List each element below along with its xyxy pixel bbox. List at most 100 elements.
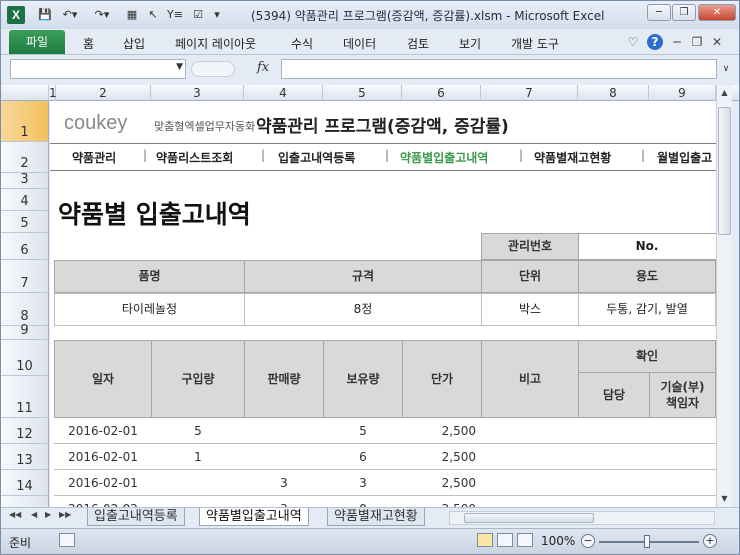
tab-insert[interactable]: 삽입: [123, 35, 145, 52]
cell-note[interactable]: [481, 418, 716, 444]
tab-formulas[interactable]: 수식: [291, 35, 313, 52]
horizontal-scrollbar[interactable]: [449, 511, 715, 525]
col-header[interactable]: 1: [49, 85, 57, 101]
tab-developer[interactable]: 개발 도구: [511, 35, 559, 52]
tab-file[interactable]: 파일: [9, 30, 65, 54]
nav-item-stock-status[interactable]: 약품별재고현황: [534, 149, 611, 166]
cell-sale[interactable]: [244, 418, 324, 444]
row-header[interactable]: 9: [1, 323, 48, 340]
row-header[interactable]: 4: [1, 189, 48, 211]
customize-toolbar-icon[interactable]: ▾: [211, 7, 223, 23]
horizontal-scroll-thumb[interactable]: [464, 513, 594, 523]
workbook-close-icon[interactable]: ✕: [709, 34, 725, 50]
ribbon-collapse-icon[interactable]: ♡: [625, 34, 641, 50]
next-sheet-icon[interactable]: ▶: [45, 510, 51, 519]
form-icon[interactable]: ▦: [123, 7, 141, 23]
select-all-corner[interactable]: [1, 85, 49, 101]
cell-stock[interactable]: 3: [323, 470, 403, 496]
first-sheet-icon[interactable]: ◀◀: [9, 510, 21, 519]
cell-stock[interactable]: 0: [323, 496, 403, 507]
cell-date[interactable]: 2016-02-02: [54, 496, 152, 507]
name-box[interactable]: ▼: [10, 59, 186, 79]
col-header[interactable]: 7: [481, 85, 578, 101]
item-name[interactable]: 타이레놀정: [54, 293, 245, 326]
cell-purchase[interactable]: [151, 470, 245, 496]
checklist-icon[interactable]: ☑: [189, 7, 207, 23]
col-header[interactable]: 5: [323, 85, 402, 101]
restore-button[interactable]: ❐: [672, 4, 696, 21]
row-header[interactable]: 14: [1, 470, 48, 496]
insert-function-icon[interactable]: fx: [257, 60, 269, 75]
row-header[interactable]: 13: [1, 444, 48, 470]
cell-purchase[interactable]: 1: [151, 444, 245, 470]
nav-item-inout-register[interactable]: 입출고내역등록: [278, 149, 355, 166]
cell-date[interactable]: 2016-02-01: [54, 418, 152, 444]
cell-note[interactable]: [481, 444, 716, 470]
tab-view[interactable]: 보기: [459, 35, 481, 52]
cell-date[interactable]: 2016-02-01: [54, 470, 152, 496]
cell-stock[interactable]: 6: [323, 444, 403, 470]
formula-cancel-enter[interactable]: [191, 61, 235, 77]
zoom-in-icon[interactable]: +: [703, 534, 717, 548]
row-header[interactable]: 12: [1, 418, 48, 444]
zoom-slider-knob[interactable]: [644, 535, 650, 548]
pointer-icon[interactable]: ↖: [145, 7, 161, 23]
sheet-tab-inout-history[interactable]: 약품별입출고내역: [199, 508, 309, 526]
excel-app-icon[interactable]: X: [7, 6, 25, 24]
row-header[interactable]: 10: [1, 340, 48, 376]
item-unit[interactable]: 박스: [481, 293, 579, 326]
save-icon[interactable]: 💾: [37, 7, 53, 23]
col-header[interactable]: 3: [151, 85, 244, 101]
nav-item-inout-history-active[interactable]: 약품별입출고내역: [400, 149, 488, 166]
col-header[interactable]: 4: [244, 85, 323, 101]
page-layout-view-icon[interactable]: [497, 533, 513, 547]
close-button[interactable]: ✕: [698, 4, 736, 21]
normal-view-icon[interactable]: [477, 533, 493, 547]
cell-purchase[interactable]: [151, 496, 245, 507]
sheet-tab-stock-status[interactable]: 약품별재고현황: [327, 508, 425, 526]
row-header[interactable]: 3: [1, 172, 48, 189]
tab-page-layout[interactable]: 페이지 레이아웃: [175, 35, 256, 52]
zoom-level[interactable]: 100%: [541, 534, 575, 548]
scroll-up-icon[interactable]: ▲: [717, 85, 732, 101]
col-header[interactable]: 2: [56, 85, 151, 101]
zoom-out-icon[interactable]: −: [581, 534, 595, 548]
nav-item-drug-list[interactable]: 약품리스트조회: [156, 149, 233, 166]
col-header[interactable]: 9: [649, 85, 716, 101]
page-break-view-icon[interactable]: [517, 533, 533, 547]
row-header[interactable]: 6: [1, 233, 48, 260]
row-header[interactable]: 5: [1, 211, 48, 233]
item-use[interactable]: 두통, 감기, 발열: [578, 293, 716, 326]
cell-price[interactable]: 2,500: [402, 470, 482, 496]
row-header[interactable]: 8: [1, 293, 48, 326]
last-sheet-icon[interactable]: ▶▶: [59, 510, 71, 519]
cell-note[interactable]: [481, 470, 716, 496]
scroll-down-icon[interactable]: ▼: [717, 491, 732, 507]
tab-review[interactable]: 검토: [407, 35, 429, 52]
cell-purchase[interactable]: 5: [151, 418, 245, 444]
row-header[interactable]: 11: [1, 376, 48, 418]
undo-icon[interactable]: ↶▾: [59, 7, 81, 23]
workbook-minimize-icon[interactable]: ─: [669, 34, 685, 50]
filter-icon[interactable]: Y≡: [165, 7, 185, 23]
help-icon[interactable]: ?: [647, 34, 663, 50]
vertical-scroll-thumb[interactable]: [718, 107, 731, 235]
cell-date[interactable]: 2016-02-01: [54, 444, 152, 470]
row-header[interactable]: 7: [1, 260, 48, 293]
sheet-tab-inout-register[interactable]: 입출고내역등록: [87, 508, 185, 526]
col-header[interactable]: 8: [578, 85, 649, 101]
redo-icon[interactable]: ↷▾: [91, 7, 113, 23]
worksheet-grid[interactable]: coukey 맞춤형엑셀업무자동화 약품관리 프로그램(증감액, 증감률) 약품…: [50, 101, 716, 507]
prev-sheet-icon[interactable]: ◀: [31, 510, 37, 519]
expand-formula-bar-icon[interactable]: ∨: [719, 59, 733, 79]
macro-record-icon[interactable]: [59, 533, 75, 547]
cell-stock[interactable]: 5: [323, 418, 403, 444]
cell-sale[interactable]: 3: [244, 470, 324, 496]
tab-data[interactable]: 데이터: [343, 35, 376, 52]
workbook-restore-icon[interactable]: ❐: [689, 34, 705, 50]
minimize-button[interactable]: ─: [647, 4, 671, 21]
nav-item-monthly-inout[interactable]: 월별입출고: [657, 149, 712, 166]
nav-item-drug-management[interactable]: 약품관리: [72, 149, 116, 166]
cell-price[interactable]: 2,500: [402, 444, 482, 470]
tab-home[interactable]: 홈: [83, 35, 94, 52]
